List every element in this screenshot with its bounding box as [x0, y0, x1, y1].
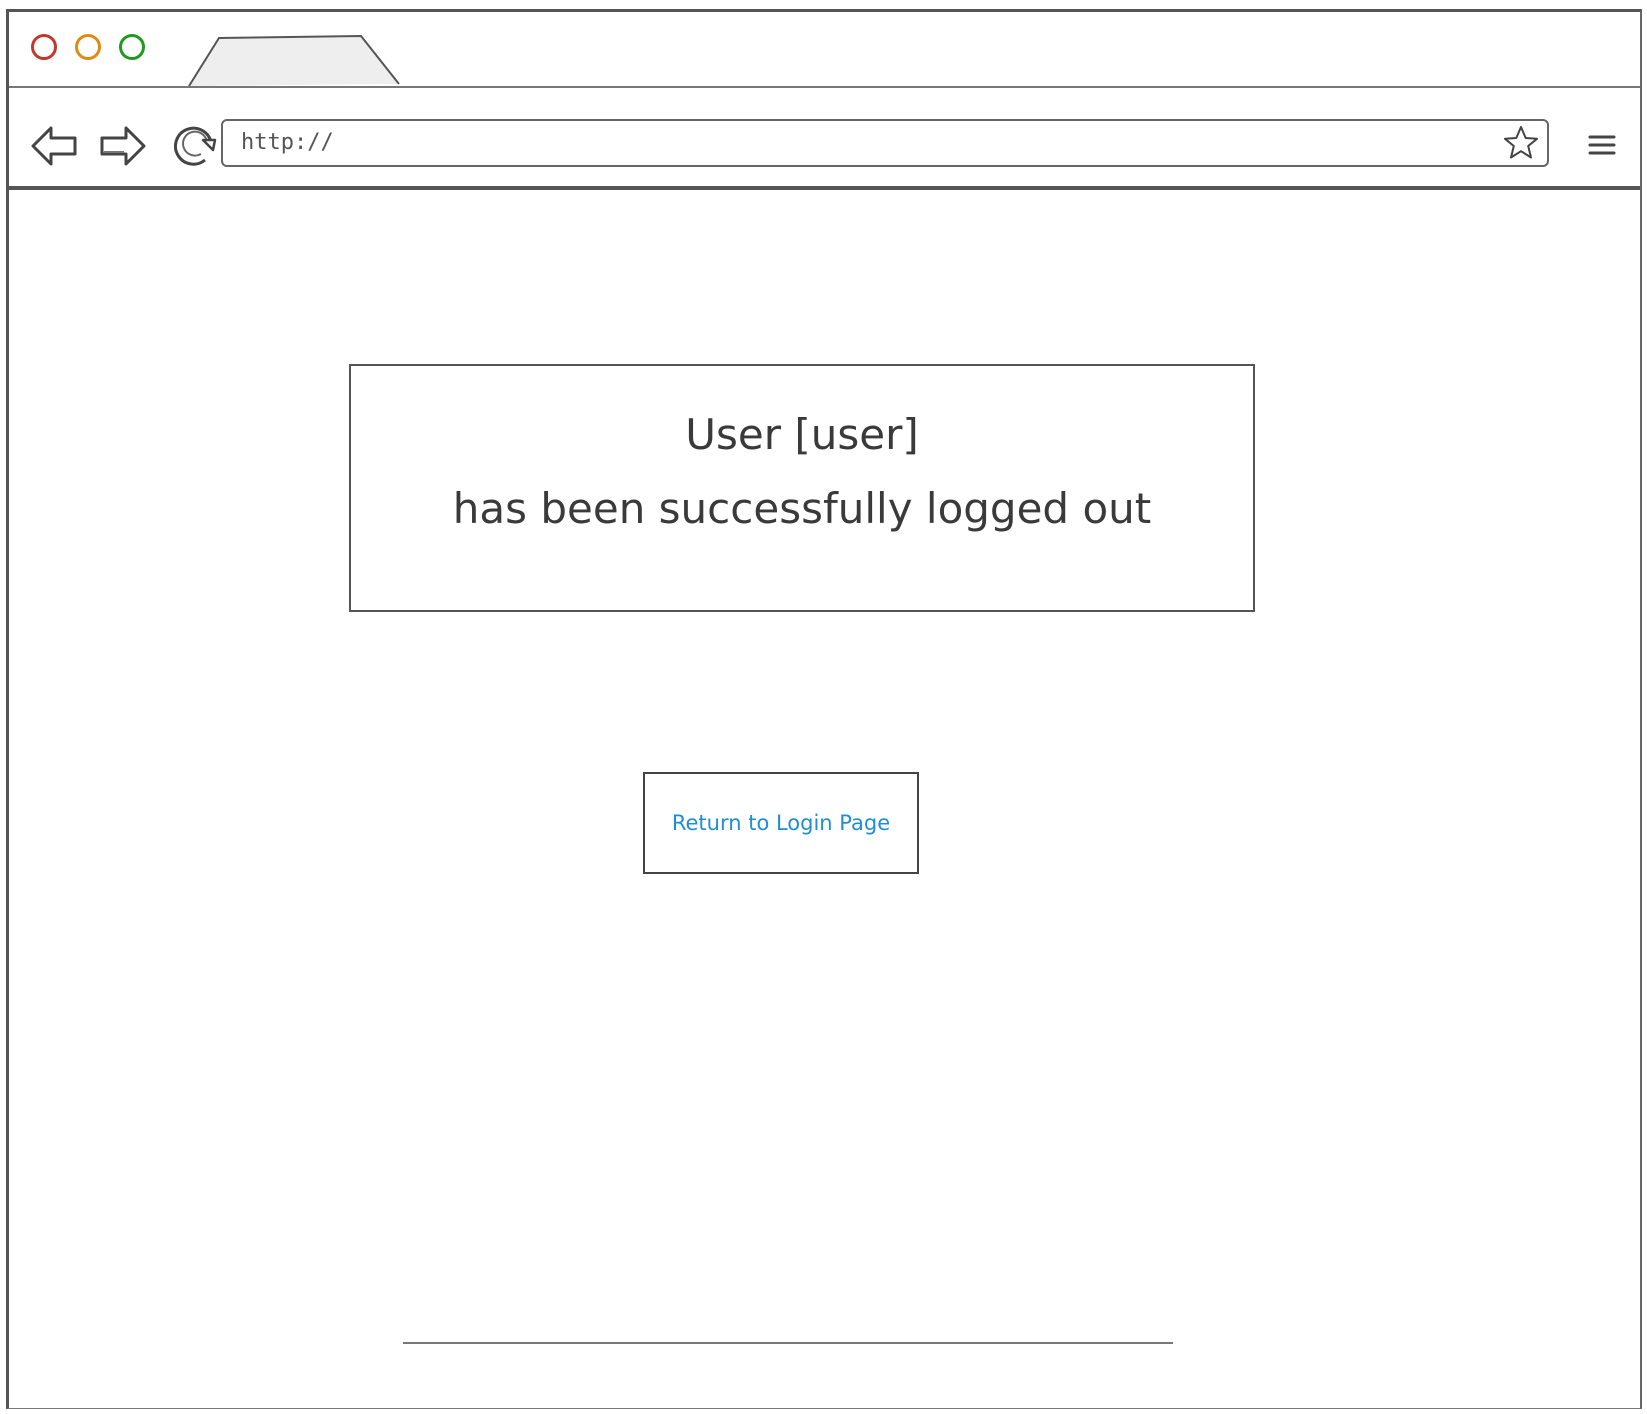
bottom-divider [403, 1342, 1173, 1344]
star-icon[interactable] [1501, 123, 1541, 163]
logout-message-panel: User [user] has been successfully logged… [349, 364, 1255, 612]
return-to-login-label: Return to Login Page [671, 811, 891, 835]
maximize-window-button[interactable] [119, 34, 145, 60]
address-text: http:// [241, 130, 334, 155]
refresh-icon[interactable] [169, 120, 221, 172]
back-arrow-icon[interactable] [29, 120, 81, 172]
address-bar[interactable]: http:// [221, 119, 1549, 167]
browser-tab[interactable] [187, 34, 403, 88]
forward-arrow-icon[interactable] [96, 120, 148, 172]
minimize-window-button[interactable] [75, 34, 101, 60]
logout-user-label: User [user] [685, 410, 919, 459]
logout-status-text: has been successfully logged out [452, 484, 1152, 533]
browser-window: http:// User [user] has been successfull… [6, 9, 1642, 1409]
return-to-login-button[interactable]: Return to Login Page [643, 772, 919, 874]
close-window-button[interactable] [31, 34, 57, 60]
browser-toolbar: http:// [9, 12, 1640, 190]
hamburger-menu-icon[interactable] [1587, 132, 1617, 158]
